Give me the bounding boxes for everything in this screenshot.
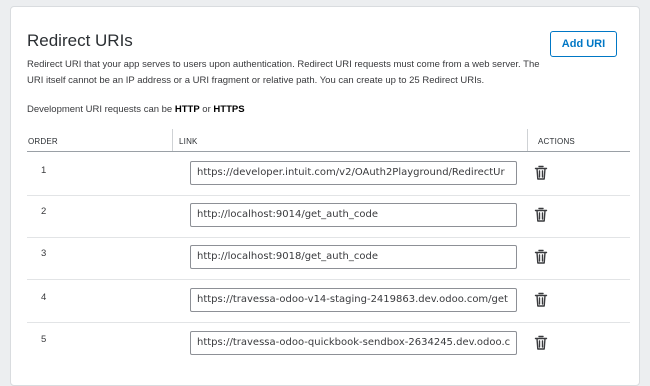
redirect-uri-input[interactable]: http://localhost:9014/get_auth_code: [190, 203, 517, 227]
row-divider: [27, 322, 630, 323]
redirect-uris-card: Redirect URIs Add URI Redirect URI that …: [10, 6, 640, 386]
header-divider: [27, 151, 630, 152]
row-divider: [27, 237, 630, 238]
column-header-order: ORDER: [28, 137, 58, 146]
trash-icon[interactable]: [534, 335, 548, 351]
column-divider-actions: [527, 129, 528, 151]
trash-icon[interactable]: [534, 165, 548, 181]
trash-icon[interactable]: [534, 207, 548, 223]
row-divider: [27, 195, 630, 196]
dev-note-prefix: Development URI requests can be: [27, 104, 175, 115]
row-order: 2: [41, 206, 47, 217]
column-header-link: LINK: [179, 137, 198, 146]
trash-icon[interactable]: [534, 249, 548, 265]
redirect-uri-input[interactable]: https://developer.intuit.com/v2/OAuth2Pl…: [190, 161, 517, 185]
redirect-uri-input[interactable]: https://travessa-odoo-v14-staging-241986…: [190, 288, 517, 312]
dev-note-http: HTTP: [174, 104, 200, 115]
redirect-uri-input[interactable]: https://travessa-odoo-quickbook-sendbox-…: [190, 331, 517, 355]
column-divider-link: [172, 129, 173, 151]
row-order: 1: [41, 165, 47, 176]
dev-note-https: HTTPS: [213, 104, 245, 115]
redirect-uri-input[interactable]: http://localhost:9018/get_auth_code: [190, 245, 517, 269]
trash-icon[interactable]: [534, 292, 548, 308]
column-header-actions: ACTIONS: [538, 137, 575, 146]
add-uri-button[interactable]: Add URI: [550, 31, 617, 57]
section-title: Redirect URIs: [27, 31, 133, 50]
dev-uri-note: Development URI requests can be HTTP or …: [27, 104, 245, 115]
row-order: 5: [41, 334, 47, 345]
row-order: 3: [41, 248, 47, 259]
row-divider: [27, 279, 630, 280]
row-order: 4: [41, 292, 47, 303]
section-description: Redirect URI that your app serves to use…: [27, 59, 540, 86]
dev-note-or: or: [199, 104, 214, 115]
